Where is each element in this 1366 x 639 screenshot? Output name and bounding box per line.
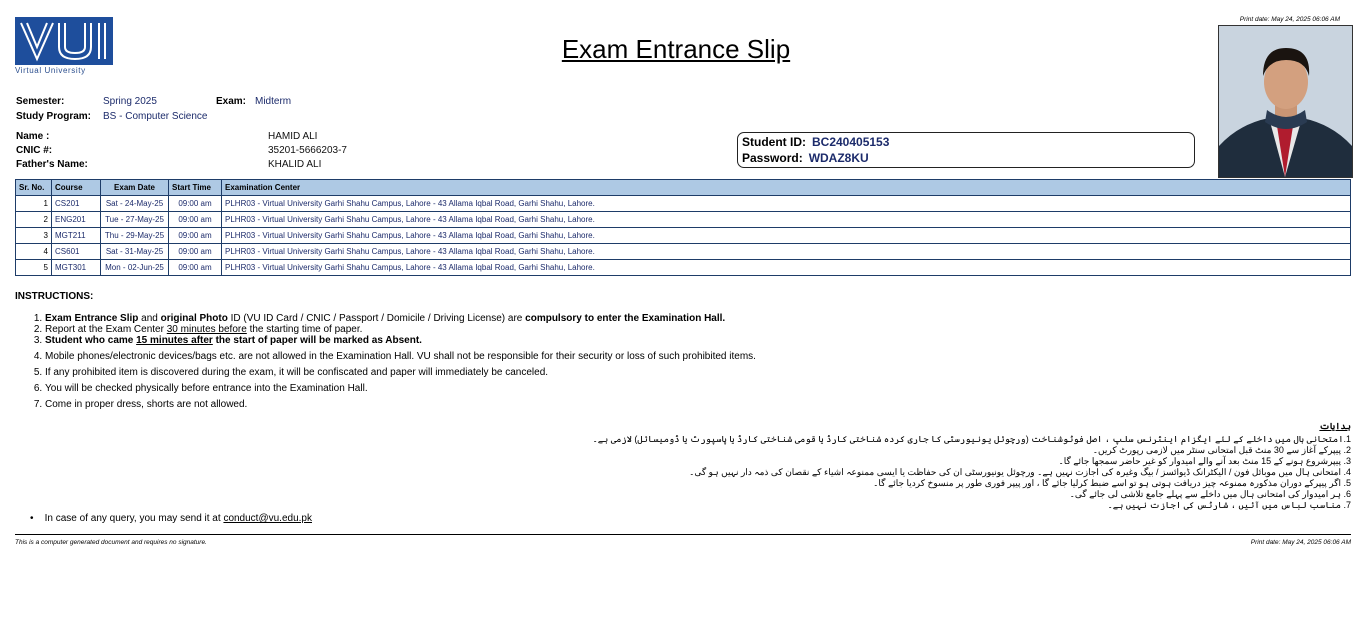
logo-text: Virtual University	[15, 66, 86, 75]
instructions-heading: INSTRUCTIONS:	[15, 291, 94, 302]
row-sr: 2	[15, 211, 52, 228]
col-sr: Sr. No.	[15, 179, 52, 196]
row-center: PLHR03 - Virtual University Garhi Shahu …	[221, 211, 1351, 228]
instruction-item: You will be checked physically before en…	[45, 383, 945, 394]
instruction-item: Exam Entrance Slip and original Photo ID…	[45, 313, 945, 324]
student-id-label: Student ID:	[742, 135, 806, 149]
table-row: 2 ENG201 Tue - 27-May-25 09:00 am PLHR03…	[15, 211, 1351, 228]
page-title: Exam Entrance Slip	[561, 34, 791, 64]
col-time: Start Time	[168, 179, 222, 196]
row-center: PLHR03 - Virtual University Garhi Shahu …	[221, 243, 1351, 260]
password-row: Password: WDAZ8KU	[742, 151, 869, 165]
table-row: 1 CS201 Sat - 24-May-25 09:00 am PLHR03 …	[15, 195, 1351, 212]
name-label: Name :	[16, 131, 50, 142]
email-link[interactable]: conduct@vu.edu.pk	[223, 513, 312, 524]
row-time: 09:00 am	[168, 243, 222, 260]
urdu-instructions: 1.امتحانی ہال میں داخلے کے لئے ایگزام ای…	[592, 434, 1351, 511]
col-date: Exam Date	[100, 179, 169, 196]
col-center: Examination Center	[221, 179, 1351, 196]
table-header-row: Sr. No. Course Exam Date Start Time Exam…	[15, 179, 1351, 196]
urdu-line: 6. ہر امیدوار کی امتحانی ہال میں داخلے س…	[1069, 489, 1351, 499]
urdu-line: 7. مناسب لباس میں آئیں ، شارٹس کی اجازت …	[1107, 500, 1351, 510]
instruction-text: the starting time of paper.	[246, 324, 363, 335]
instruction-bold: compulsory to enter the Examination Hall…	[525, 313, 726, 324]
urdu-line: 2. پیپرکے آغاز سے 30 منٹ قبل امتحانی سنٹ…	[1092, 445, 1351, 455]
program-label: Study Program:	[16, 111, 92, 122]
father-value: KHALID ALI	[268, 159, 322, 170]
password-label: Password:	[742, 151, 803, 165]
name-value: HAMID ALI	[268, 131, 318, 142]
table-row: 3 MGT211 Thu - 29-May-25 09:00 am PLHR03…	[15, 227, 1351, 244]
query-text: In case of any query, you may send it at	[44, 513, 224, 524]
row-course: MGT211	[51, 227, 101, 244]
instruction-item: If any prohibited item is discovered dur…	[45, 367, 945, 378]
instruction-bold: Exam Entrance Slip	[45, 313, 139, 324]
row-time: 09:00 am	[168, 227, 222, 244]
instruction-item: Mobile phones/electronic devices/bags et…	[45, 351, 945, 362]
exam-schedule-table: Sr. No. Course Exam Date Start Time Exam…	[15, 179, 1351, 276]
row-sr: 3	[15, 227, 52, 244]
father-label: Father's Name:	[16, 159, 88, 170]
student-photo	[1218, 25, 1353, 178]
semester-value: Spring 2025	[103, 96, 157, 107]
urdu-line: 3. پیپرشروع ہونے کے 15 منٹ بعد آنے والے …	[1058, 456, 1351, 466]
urdu-heading: ہدایات	[1319, 421, 1351, 431]
row-time: 09:00 am	[168, 195, 222, 212]
instruction-bold: original Photo	[160, 313, 228, 324]
row-time: 09:00 am	[168, 259, 222, 276]
instruction-text: ID (VU ID Card / CNIC / Passport / Domic…	[227, 313, 526, 324]
col-course: Course	[51, 179, 101, 196]
row-center: PLHR03 - Virtual University Garhi Shahu …	[221, 227, 1351, 244]
row-center: PLHR03 - Virtual University Garhi Shahu …	[221, 259, 1351, 276]
instruction-underline: 15 minutes after	[136, 335, 213, 346]
exam-label: Exam:	[216, 96, 247, 107]
table-row: 5 MGT301 Mon - 02-Jun-25 09:00 am PLHR03…	[15, 259, 1351, 276]
instruction-text: Student who came	[45, 335, 137, 346]
program-value: BS - Computer Science	[103, 111, 208, 122]
urdu-line: 1.امتحانی ہال میں داخلے کے لئے ایگزام ای…	[592, 434, 1351, 444]
row-sr: 1	[15, 195, 52, 212]
instruction-text: Report at the Exam Center	[45, 324, 167, 335]
row-sr: 4	[15, 243, 52, 260]
print-date-top: Print date: May 24, 2025 06:06 AM	[1239, 16, 1340, 23]
print-date-bottom: Print date: May 24, 2025 06:06 AM	[1250, 539, 1351, 546]
instruction-text: and	[138, 313, 161, 324]
instruction-item: Report at the Exam Center 30 minutes bef…	[45, 324, 945, 335]
row-center: PLHR03 - Virtual University Garhi Shahu …	[221, 195, 1351, 212]
instruction-item: Come in proper dress, shorts are not all…	[45, 399, 945, 410]
instructions-list: Exam Entrance Slip and original Photo ID…	[15, 313, 945, 410]
row-course: CS601	[51, 243, 101, 260]
student-id-value: BC240405153	[812, 135, 890, 149]
row-sr: 5	[15, 259, 52, 276]
instruction-underline: 30 minutes before	[166, 324, 247, 335]
instruction-text: the start of paper will be marked as Abs…	[212, 335, 422, 346]
credentials-box: Student ID: BC240405153 Password: WDAZ8KU	[737, 132, 1195, 168]
footer-note: This is a computer generated document an…	[15, 539, 207, 546]
row-course: ENG201	[51, 211, 101, 228]
row-date: Thu - 29-May-25	[100, 227, 169, 244]
cnic-value: 35201-5666203-7	[268, 145, 347, 156]
student-id-row: Student ID: BC240405153	[742, 135, 889, 149]
urdu-line: 4. امتحانی ہال میں موبائل فون / الیکٹران…	[689, 467, 1351, 477]
row-date: Mon - 02-Jun-25	[100, 259, 169, 276]
bullet-icon: •	[30, 513, 45, 524]
row-date: Sat - 24-May-25	[100, 195, 169, 212]
cnic-label: CNIC #:	[16, 145, 53, 156]
semester-label: Semester:	[16, 96, 65, 107]
urdu-line: 5. اگر پیپرکے دوران مذکورہ ممنوعہ چیز در…	[873, 478, 1351, 488]
row-time: 09:00 am	[168, 211, 222, 228]
table-row: 4 CS601 Sat - 31-May-25 09:00 am PLHR03 …	[15, 243, 1351, 260]
password-value: WDAZ8KU	[808, 151, 869, 165]
instruction-item: Student who came 15 minutes after the st…	[45, 335, 945, 346]
footer-divider	[15, 534, 1351, 535]
exam-value: Midterm	[255, 96, 292, 107]
row-course: MGT301	[51, 259, 101, 276]
row-course: CS201	[51, 195, 101, 212]
query-line: • In case of any query, you may send it …	[30, 513, 312, 524]
row-date: Tue - 27-May-25	[100, 211, 169, 228]
row-date: Sat - 31-May-25	[100, 243, 169, 260]
